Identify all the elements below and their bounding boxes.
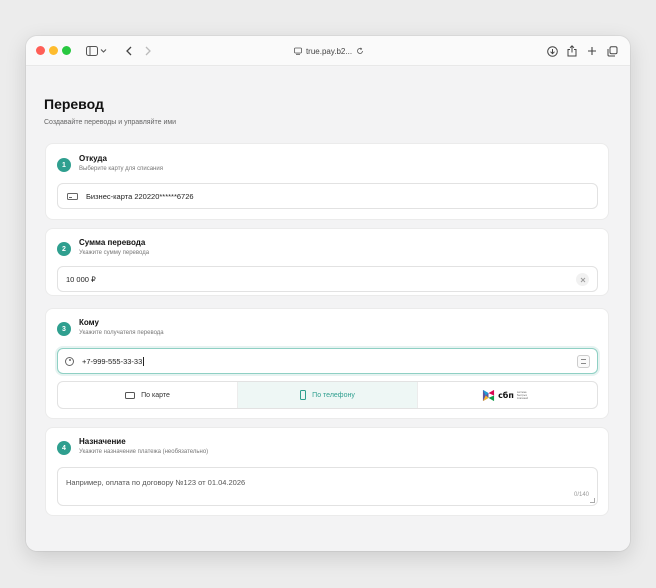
clear-amount-button[interactable] [576, 273, 589, 286]
text-cursor [143, 356, 145, 366]
source-card-value: Бизнес-карта 220220******6726 [86, 191, 194, 201]
bank-card-icon [67, 192, 78, 200]
zoom-window-button[interactable] [62, 46, 71, 55]
from-card: 1 Откуда Выберите карту для списания Биз… [45, 143, 609, 220]
character-counter: 0/140 [573, 492, 589, 498]
share-icon [567, 45, 577, 57]
sbp-logo-icon [482, 389, 495, 401]
close-window-button[interactable] [36, 46, 45, 55]
page-icon [294, 47, 302, 55]
method-by-card-label: По карте [141, 391, 170, 399]
method-by-card[interactable]: По карте [58, 382, 237, 408]
method-by-phone-label: По телефону [312, 391, 355, 399]
amount-card: 2 Сумма перевода Укажите сумму перевода … [45, 228, 609, 296]
purpose-title: Назначение [79, 437, 126, 446]
browser-window: true.pay.b2... Перевод Создавайте перево… [26, 36, 630, 551]
page-subtitle: Создавайте переводы и управляйте ими [44, 119, 177, 126]
purpose-placeholder: Например, оплата по договору №123 от 01.… [66, 478, 246, 487]
tabs-overview-button[interactable] [603, 42, 621, 60]
resize-handle-icon[interactable] [590, 498, 595, 503]
forward-button[interactable] [140, 42, 156, 60]
reload-icon[interactable] [356, 47, 364, 55]
user-icon [65, 356, 74, 366]
purpose-textarea[interactable]: Например, оплата по договору №123 от 01.… [57, 467, 598, 506]
sidebar-toggle-button[interactable] [84, 42, 110, 60]
contacts-button[interactable] [577, 355, 590, 368]
transfer-method-selector: По карте По телефону сбп система быстрых… [57, 381, 598, 409]
from-subtitle: Выберите карту для списания [79, 166, 163, 172]
downloads-button[interactable] [543, 42, 561, 60]
browser-toolbar: true.pay.b2... [26, 36, 630, 66]
address-bar[interactable]: true.pay.b2... [284, 43, 374, 59]
method-by-phone[interactable]: По телефону [237, 382, 417, 408]
page-content: Перевод Создавайте переводы и управляйте… [26, 67, 630, 551]
amount-input[interactable]: 10 000 ₽ [57, 266, 598, 292]
step-number-2: 2 [57, 242, 71, 256]
recipient-title: Кому [79, 318, 99, 327]
minimize-window-button[interactable] [49, 46, 58, 55]
close-icon [580, 277, 585, 282]
step-number-4: 4 [57, 441, 71, 455]
desktop-background: true.pay.b2... Перевод Создавайте перево… [0, 0, 656, 588]
chevron-left-icon [126, 46, 132, 56]
new-tab-button[interactable] [583, 42, 601, 60]
chevron-right-icon [145, 46, 151, 56]
bank-card-icon [125, 391, 136, 399]
page-title: Перевод [44, 96, 104, 112]
new-tab-icon [588, 47, 596, 55]
amount-subtitle: Укажите сумму перевода [79, 250, 150, 256]
method-sbp[interactable]: сбп система быстрых платежей [417, 382, 597, 408]
download-icon [546, 45, 558, 57]
phone-value: +7-999-555-33-33 [82, 356, 143, 366]
sidebar-icon [86, 46, 107, 56]
recipient-subtitle: Укажите получателя перевода [79, 330, 164, 336]
sbp-logo: сбп система быстрых платежей [482, 389, 533, 402]
purpose-card: 4 Назначение Укажите назначение платежа … [45, 427, 609, 516]
back-button[interactable] [121, 42, 137, 60]
sbp-small-text: система быстрых платежей [516, 390, 529, 400]
tabs-overview-icon [607, 45, 617, 56]
purpose-subtitle: Укажите назначение платежа (необязательн… [79, 449, 209, 455]
step-number-1: 1 [57, 158, 71, 172]
phone-icon [300, 390, 307, 400]
url-text: true.pay.b2... [305, 46, 353, 56]
sbp-text: сбп [498, 390, 514, 400]
step-number-3: 3 [57, 322, 71, 336]
amount-title: Сумма перевода [79, 238, 146, 247]
recipient-card: 3 Кому Укажите получателя перевода +7-99… [45, 308, 609, 419]
contacts-icon [581, 359, 586, 364]
amount-value: 10 000 ₽ [66, 274, 96, 284]
phone-input[interactable]: +7-999-555-33-33 [57, 348, 598, 374]
from-title: Откуда [79, 154, 107, 163]
share-button[interactable] [563, 42, 581, 60]
source-card-select[interactable]: Бизнес-карта 220220******6726 [57, 183, 598, 209]
